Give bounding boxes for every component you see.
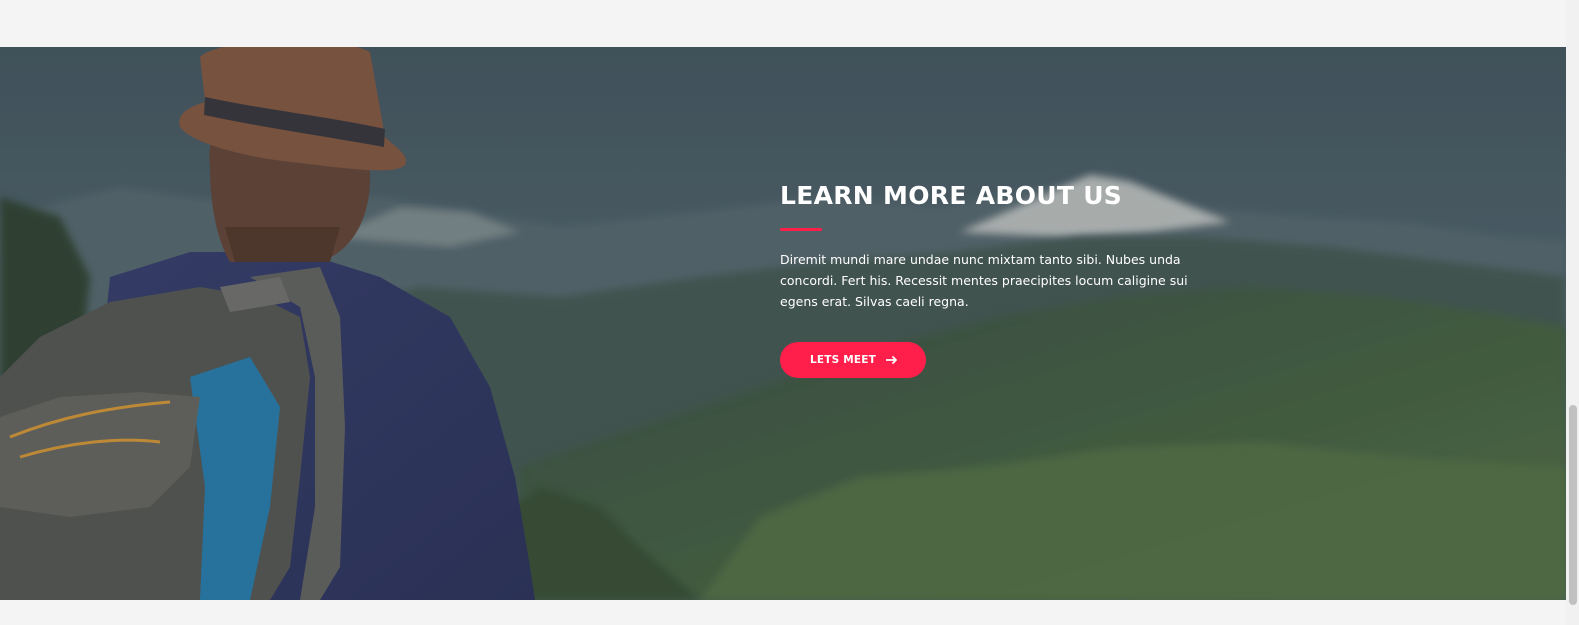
section-description: Diremit mundi mare undae nunc mixtam tan… xyxy=(780,252,1188,309)
section-title: LEARN MORE ABOUT US xyxy=(780,181,1123,210)
arrow-right-icon xyxy=(886,356,897,364)
about-content: LEARN MORE ABOUT US Diremit mundi mare u… xyxy=(780,178,1200,378)
title-underline xyxy=(780,228,822,231)
lets-meet-button[interactable]: LETS MEET xyxy=(780,342,926,378)
scrollbar-thumb[interactable] xyxy=(1569,405,1577,605)
lets-meet-button-label: LETS MEET xyxy=(810,354,876,366)
page-scrollbar[interactable] xyxy=(1566,0,1579,625)
page: LEARN MORE ABOUT US Diremit mundi mare u… xyxy=(0,0,1579,625)
